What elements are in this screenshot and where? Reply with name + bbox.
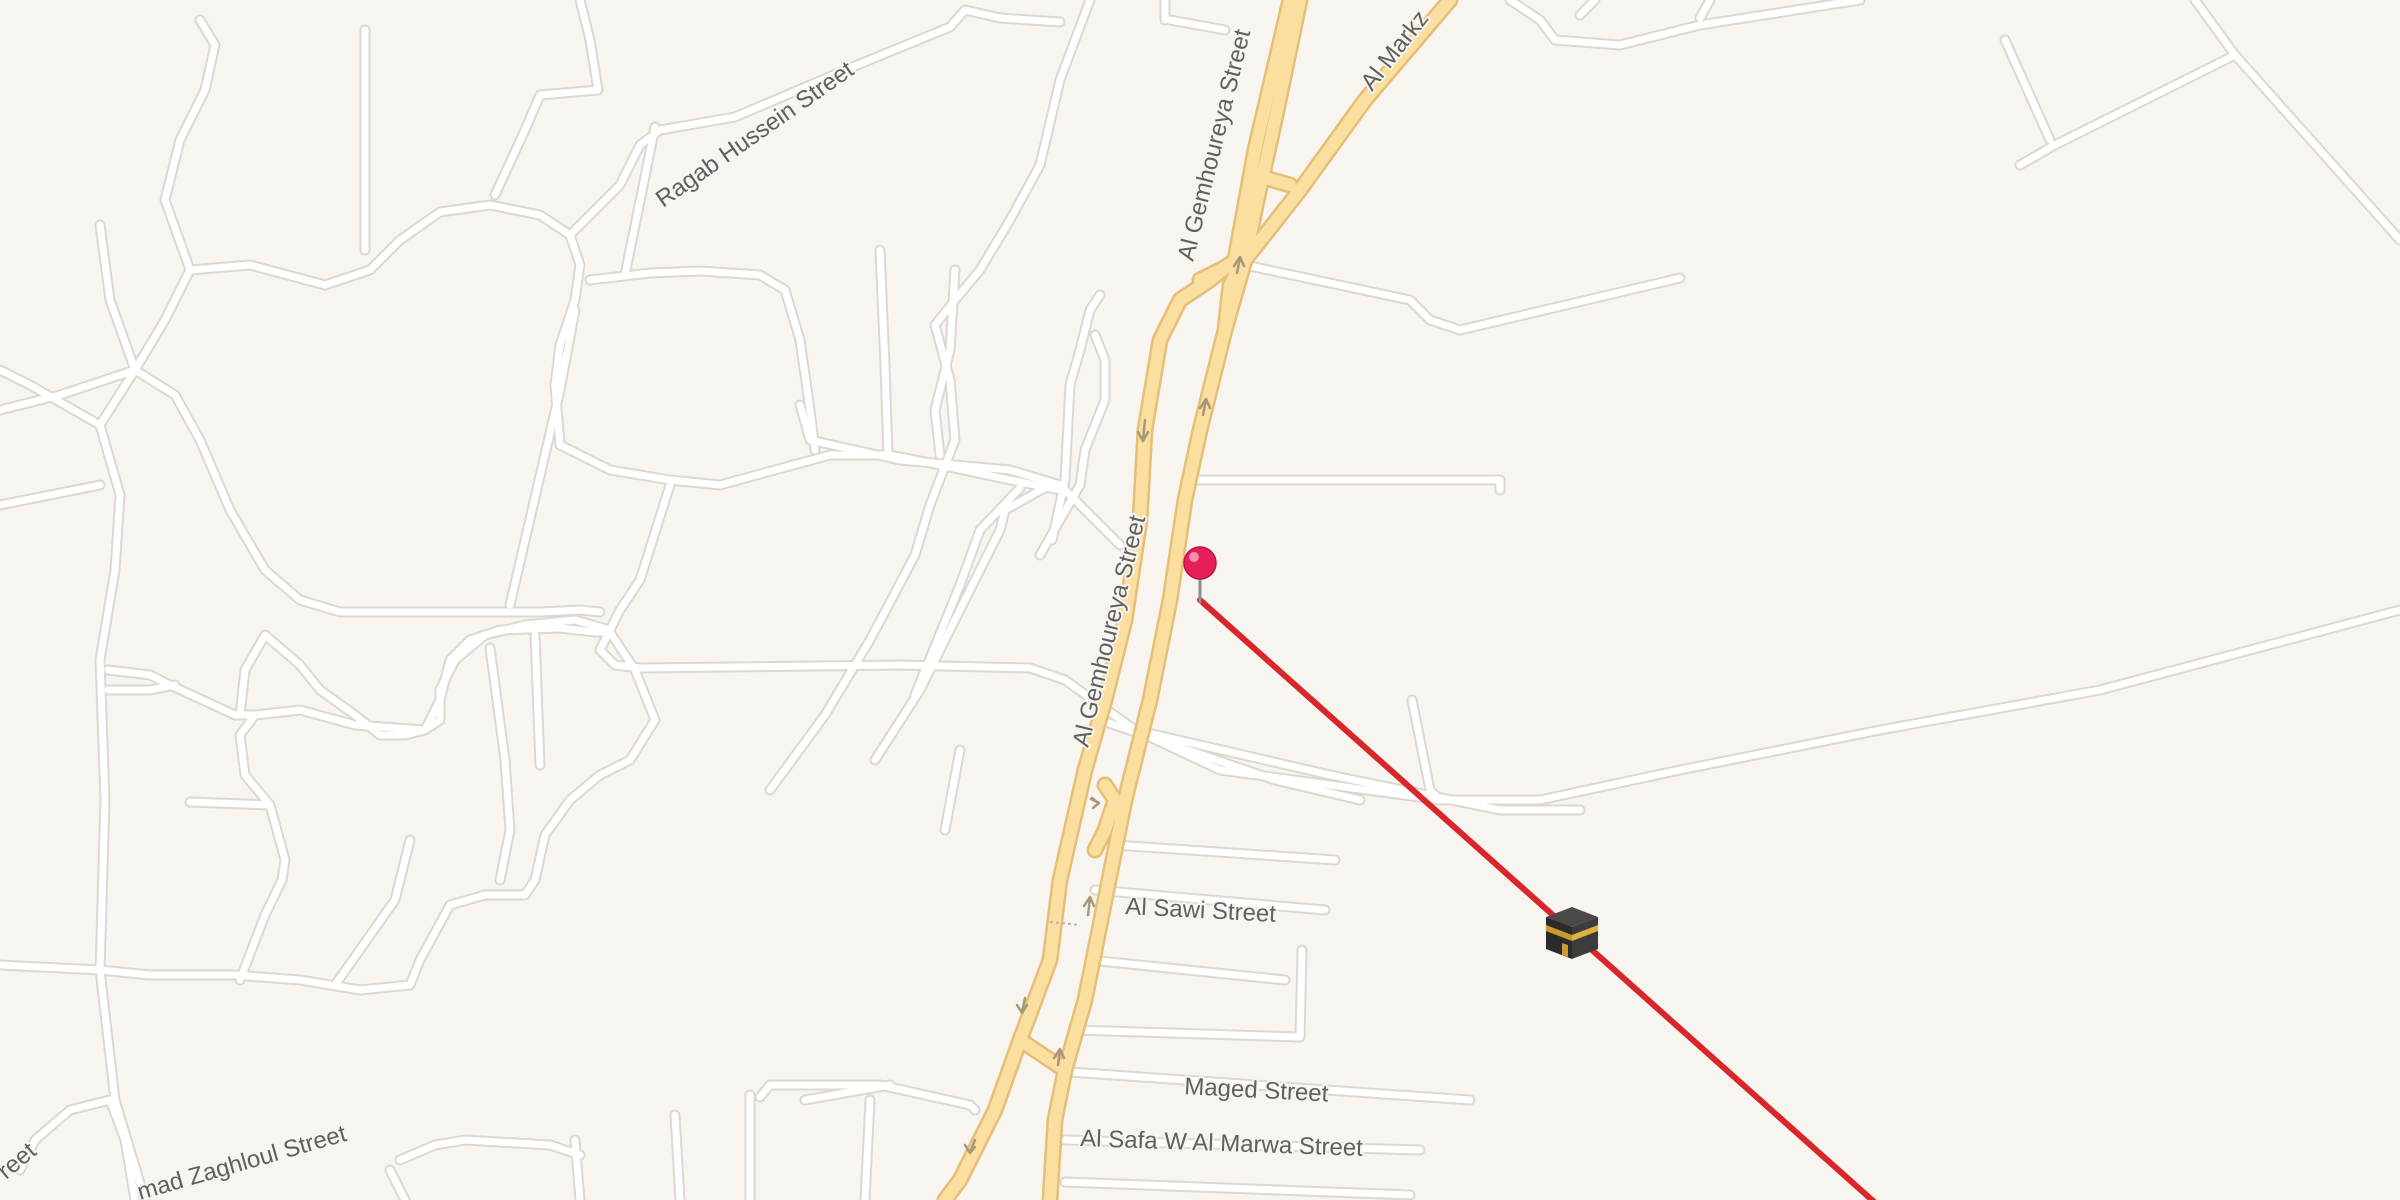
kaaba-icon[interactable] — [1546, 907, 1598, 959]
map-view[interactable]: Ragab Hussein Street Al Gemhoureya Stree… — [0, 0, 2400, 1200]
map-canvas[interactable]: Ragab Hussein Street Al Gemhoureya Stree… — [0, 0, 2400, 1200]
